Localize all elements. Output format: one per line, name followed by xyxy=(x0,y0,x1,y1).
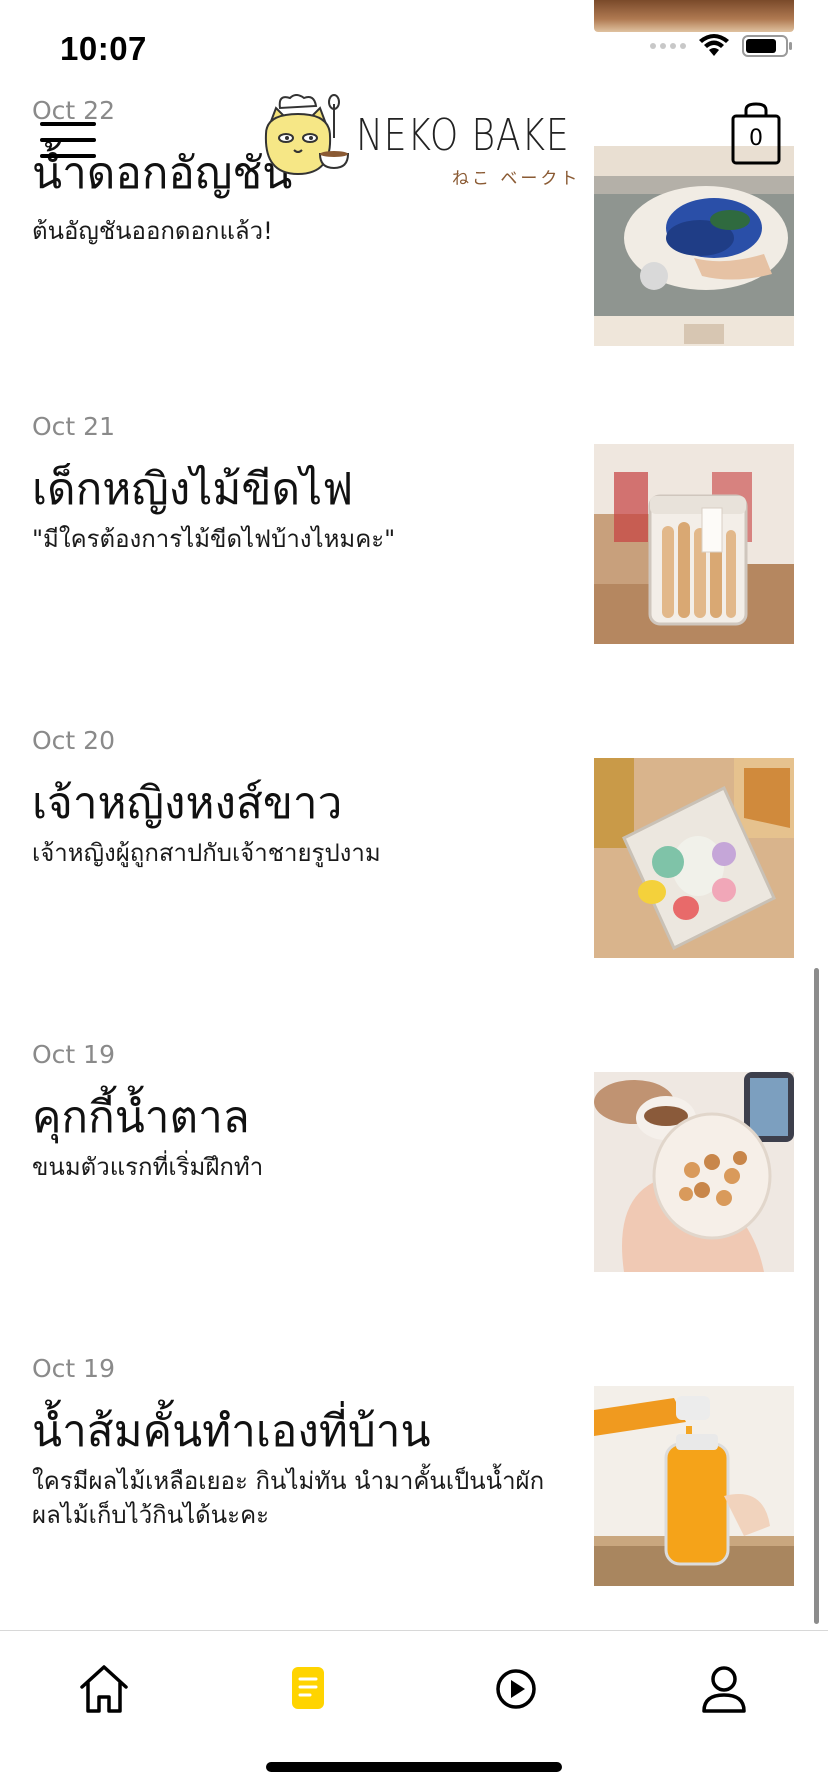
article-thumbnail[interactable] xyxy=(594,758,794,958)
article-thumbnail[interactable] xyxy=(594,444,794,644)
article-excerpt: ขนมตัวแรกที่เริ่มฝึกทำ xyxy=(32,1153,264,1181)
article-item[interactable]: Oct 19 คุกกี้น้ำตาล ขนมตัวแรกที่เริ่มฝึก… xyxy=(0,1040,828,1272)
article-date: Oct 19 xyxy=(32,1354,115,1383)
tab-video[interactable] xyxy=(484,1657,548,1721)
battery-icon xyxy=(742,35,792,57)
article-date: Oct 21 xyxy=(32,412,115,441)
tab-home[interactable] xyxy=(72,1657,136,1721)
status-time: 10:07 xyxy=(60,30,147,67)
article-thumbnail[interactable] xyxy=(594,1072,794,1272)
article-title: เจ้าหญิงหงส์ขาว xyxy=(32,778,343,829)
brand-subtitle: ねこ ベークト xyxy=(452,169,581,189)
article-title: เด็กหญิงไม้ขีดไฟ xyxy=(32,464,354,515)
article-excerpt: เจ้าหญิงผู้ถูกสาปกับเจ้าชายรูปงาม xyxy=(32,839,381,867)
article-excerpt: ใครมีผลไม้เหลือเยอะ กินไม่ทัน นำมาคั้นเป… xyxy=(32,1467,545,1529)
profile-icon xyxy=(702,1666,746,1713)
signal-icon xyxy=(650,43,686,49)
article-excerpt: "มีใครต้องการไม้ขีดไฟบ้างไหมคะ" xyxy=(32,525,396,553)
article-item[interactable]: Oct 20 เจ้าหญิงหงส์ขาว เจ้าหญิงผู้ถูกสาป… xyxy=(0,726,828,958)
play-icon xyxy=(496,1669,536,1709)
article-item[interactable]: Oct 19 น้ำส้มคั้นทำเองที่บ้าน ใครมีผลไม้… xyxy=(0,1354,828,1586)
article-item[interactable]: Oct 21 เด็กหญิงไม้ขีดไฟ "มีใครต้องการไม้… xyxy=(0,412,828,644)
blog-feed[interactable]: Oct 22 น้ำดอกอัญชัน ต้นอัญชันออกดอกแล้ว!… xyxy=(0,0,828,1628)
status-icons xyxy=(650,34,794,58)
cart-button[interactable]: 0 xyxy=(730,102,782,166)
article-title: น้ำส้มคั้นทำเองที่บ้าน xyxy=(32,1406,431,1457)
brand-logo[interactable]: NEKO BAKE ねこ ベークト xyxy=(256,94,577,189)
cart-count-badge: 0 xyxy=(749,126,763,151)
blog-icon xyxy=(292,1667,324,1709)
wifi-icon xyxy=(699,34,729,56)
home-icon xyxy=(80,1665,128,1713)
article-date: Oct 19 xyxy=(32,1040,115,1069)
article-excerpt: ต้นอัญชันออกดอกแล้ว! xyxy=(32,217,273,245)
article-date: Oct 20 xyxy=(32,726,115,755)
home-indicator[interactable] xyxy=(266,1762,562,1772)
tab-profile[interactable] xyxy=(692,1657,756,1721)
scrollbar[interactable] xyxy=(814,968,819,1624)
status-bar: 10:07 xyxy=(0,0,828,100)
menu-icon xyxy=(40,122,96,126)
tab-blog[interactable] xyxy=(276,1657,340,1721)
article-title: คุกกี้น้ำตาล xyxy=(32,1092,250,1143)
cat-chef-icon xyxy=(264,94,350,176)
menu-button[interactable] xyxy=(40,122,96,166)
brand-name: NEKO BAKE xyxy=(356,110,570,161)
article-thumbnail[interactable] xyxy=(594,1386,794,1586)
